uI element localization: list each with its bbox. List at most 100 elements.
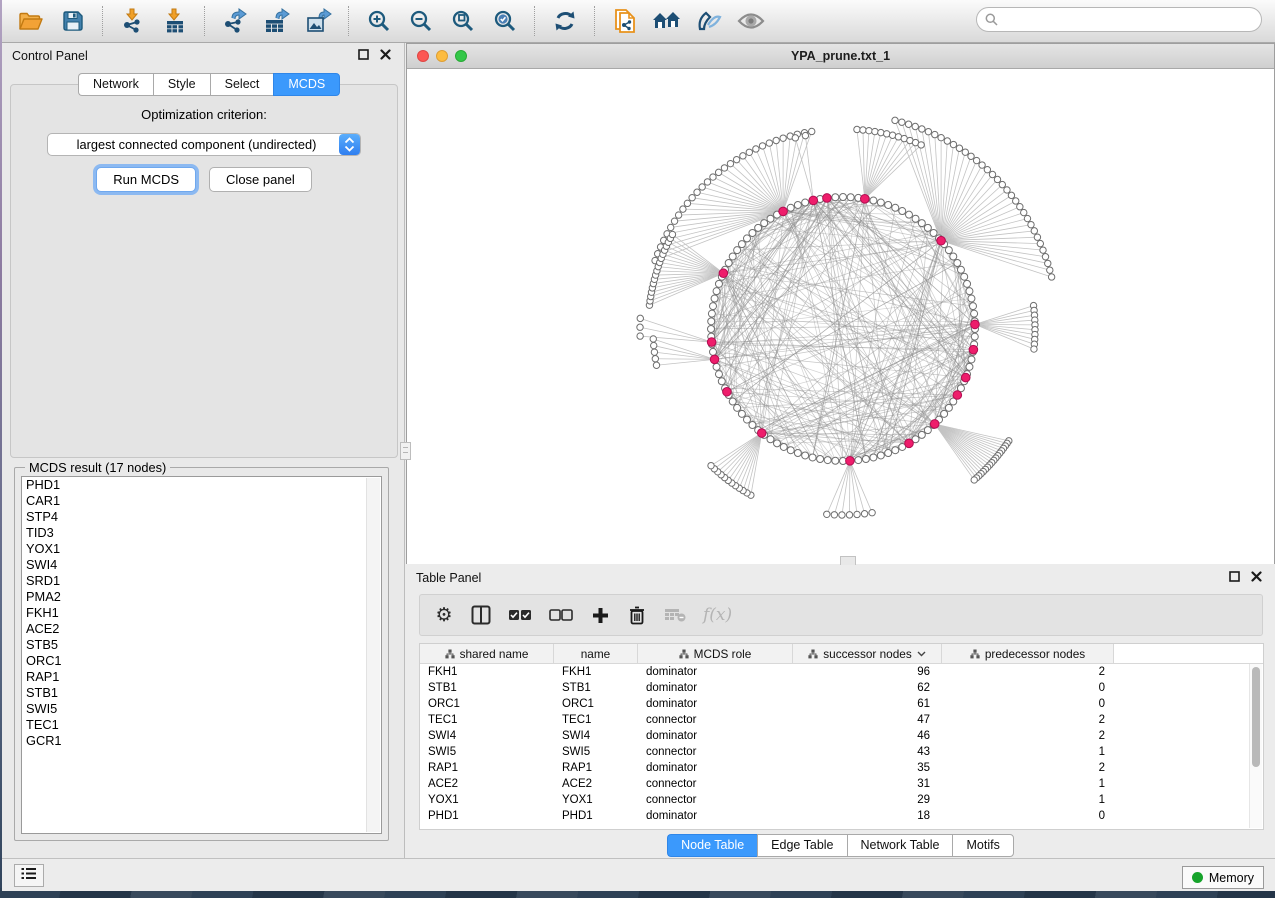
delete-table-icon (664, 603, 686, 627)
table-row[interactable]: SWI4SWI4dominator462 (420, 728, 1263, 744)
export-image-button[interactable] (302, 5, 336, 37)
save-session-button[interactable] (56, 5, 90, 37)
tab-node-table[interactable]: Node Table (667, 834, 757, 857)
export-table-button[interactable] (260, 5, 294, 37)
export-network-button[interactable] (218, 5, 252, 37)
mcds-result-item[interactable]: STB1 (22, 685, 381, 701)
tab-network[interactable]: Network (78, 73, 153, 96)
network-graph[interactable] (407, 69, 1274, 564)
column-header-MCDS-role[interactable]: MCDS role (638, 644, 793, 663)
search-box[interactable] (976, 7, 1262, 32)
mcds-result-item[interactable]: CAR1 (22, 493, 381, 509)
clone-network-button[interactable] (608, 5, 642, 37)
maximize-window-icon[interactable] (455, 50, 467, 62)
add-column-icon[interactable] (590, 603, 610, 627)
table-cell: dominator (638, 666, 793, 678)
mcds-result-item[interactable]: RAP1 (22, 669, 381, 685)
table-row[interactable]: PHD1PHD1dominator180 (420, 808, 1263, 824)
zoom-fit-icon (451, 9, 475, 33)
search-icon (985, 13, 998, 26)
tab-network-table[interactable]: Network Table (847, 834, 953, 857)
float-window-icon[interactable] (357, 48, 370, 61)
mcds-result-item[interactable]: TEC1 (22, 717, 381, 733)
mcds-result-item[interactable]: SWI4 (22, 557, 381, 573)
mcds-result-item[interactable]: GCR1 (22, 733, 381, 749)
show-column-icon[interactable] (471, 603, 491, 627)
delete-column-icon[interactable] (627, 603, 647, 627)
export-network-icon (222, 8, 248, 34)
table-scrollbar[interactable] (1249, 664, 1262, 828)
mcds-result-item[interactable]: ORC1 (22, 653, 381, 669)
mcds-result-item[interactable]: YOX1 (22, 541, 381, 557)
table-cell: SWI5 (554, 746, 638, 758)
table-cell: STB1 (420, 682, 554, 694)
open-browser-button[interactable] (650, 5, 684, 37)
mcds-result-item[interactable]: STP4 (22, 509, 381, 525)
network-canvas[interactable] (407, 69, 1274, 564)
table-settings-gear-icon[interactable]: ⚙ (434, 603, 454, 627)
open-file-button[interactable] (14, 5, 48, 37)
float-window-icon[interactable] (1228, 570, 1241, 583)
table-row[interactable]: STB1STB1dominator620 (420, 680, 1263, 696)
control-panel-title: Control Panel (12, 49, 88, 63)
mcds-result-item[interactable]: PHD1 (22, 477, 381, 493)
refresh-button[interactable] (548, 5, 582, 37)
table-row[interactable]: FKH1FKH1dominator962 (420, 664, 1263, 680)
close-panel-button[interactable]: Close panel (209, 167, 312, 192)
annotation-button[interactable] (692, 5, 726, 37)
network-window-titlebar[interactable]: YPA_prune.txt_1 (407, 44, 1274, 69)
table-row[interactable]: TEC1TEC1connector472 (420, 712, 1263, 728)
node-table[interactable]: shared namename MCDS role successor nodesp… (419, 643, 1264, 830)
table-cell: 46 (793, 730, 942, 742)
show-hide-button[interactable] (734, 5, 768, 37)
mcds-result-item[interactable]: SWI5 (22, 701, 381, 717)
close-window-icon[interactable] (417, 50, 429, 62)
deselect-all-icon[interactable] (549, 603, 573, 627)
column-header-label: MCDS role (694, 647, 752, 661)
criterion-dropdown[interactable]: largest connected component (undirected) (47, 133, 361, 156)
zoom-selected-button[interactable] (488, 5, 522, 37)
memory-button[interactable]: Memory (1182, 866, 1264, 889)
column-header-successor-nodes[interactable]: successor nodes (793, 644, 942, 663)
table-row[interactable]: ACE2ACE2connector311 (420, 776, 1263, 792)
search-input[interactable] (1003, 12, 1253, 28)
import-network-button[interactable] (116, 5, 150, 37)
split-divider-grip[interactable] (400, 442, 411, 460)
minimize-window-icon[interactable] (436, 50, 448, 62)
table-scrollbar-thumb[interactable] (1252, 667, 1260, 767)
mcds-result-list[interactable]: PHD1CAR1STP4TID3YOX1SWI4SRD1PMA2FKH1ACE2… (21, 476, 382, 834)
mcds-result-item[interactable]: ACE2 (22, 621, 381, 637)
column-type-icon (679, 649, 689, 659)
import-table-button[interactable] (158, 5, 192, 37)
mcds-result-item[interactable]: TID3 (22, 525, 381, 541)
table-cell: FKH1 (420, 666, 554, 678)
mcds-result-item[interactable]: SRD1 (22, 573, 381, 589)
tab-motifs[interactable]: Motifs (952, 834, 1013, 857)
zoom-in-button[interactable] (362, 5, 396, 37)
mcds-result-item[interactable]: PMA2 (22, 589, 381, 605)
column-header-name[interactable]: name (554, 644, 638, 663)
tab-edge-table[interactable]: Edge Table (757, 834, 846, 857)
tab-mcds[interactable]: MCDS (273, 73, 340, 96)
run-mcds-button[interactable]: Run MCDS (96, 167, 196, 192)
tab-select[interactable]: Select (210, 73, 274, 96)
table-cell: dominator (638, 810, 793, 822)
table-row[interactable]: ORC1ORC1dominator610 (420, 696, 1263, 712)
table-cell: PHD1 (554, 810, 638, 822)
tab-style[interactable]: Style (153, 73, 210, 96)
mcds-result-item[interactable]: FKH1 (22, 605, 381, 621)
mcds-list-scrollbar[interactable] (366, 478, 380, 832)
task-history-button[interactable] (14, 864, 44, 887)
table-row[interactable]: YOX1YOX1connector291 (420, 792, 1263, 808)
mcds-result-item[interactable]: STB5 (22, 637, 381, 653)
column-header-predecessor-nodes[interactable]: predecessor nodes (942, 644, 1114, 663)
close-panel-icon[interactable] (1250, 570, 1263, 583)
close-panel-icon[interactable] (379, 48, 392, 61)
select-all-icon[interactable] (508, 603, 532, 627)
control-panel: Control Panel Network Style Select MCDS … (2, 43, 405, 858)
zoom-fit-button[interactable] (446, 5, 480, 37)
table-row[interactable]: SWI5SWI5connector431 (420, 744, 1263, 760)
zoom-out-button[interactable] (404, 5, 438, 37)
column-header-shared-name[interactable]: shared name (420, 644, 554, 663)
table-row[interactable]: RAP1RAP1dominator352 (420, 760, 1263, 776)
